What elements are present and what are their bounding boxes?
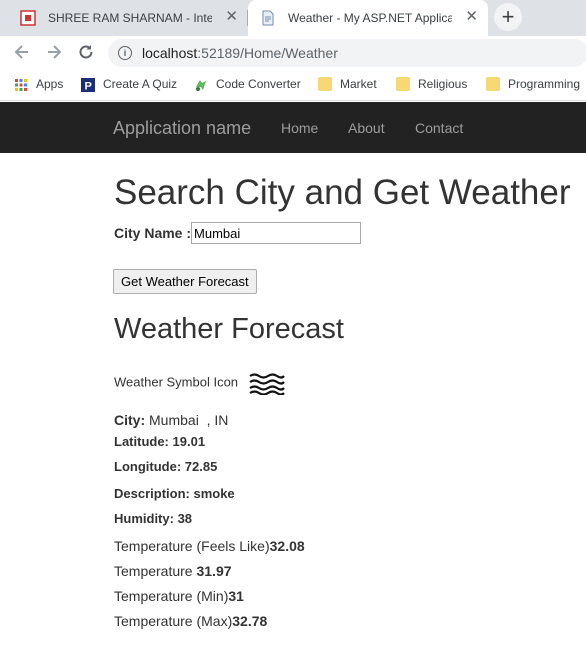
- temperature-max-line: Temperature (Max)32.78: [114, 613, 268, 629]
- bookmark-programming[interactable]: Programming: [486, 76, 580, 92]
- tab-shree-ram-sharnam[interactable]: SHREE RAM SHARNAM - International ✕: [8, 0, 248, 36]
- city-name-input[interactable]: [191, 222, 362, 244]
- folder-icon: [486, 76, 500, 91]
- close-tab-icon[interactable]: ✕: [465, 9, 478, 25]
- nav-contact-link[interactable]: Contact: [415, 120, 463, 136]
- back-arrow-icon[interactable]: [12, 42, 32, 62]
- tab-title: Weather - My ASP.NET Application: [288, 11, 452, 25]
- site-favicon-icon: [20, 10, 36, 26]
- latitude-value: 19.01: [172, 434, 206, 449]
- latitude-line: Latitude: 19.01: [114, 434, 206, 449]
- p-logo-icon: P: [81, 77, 95, 92]
- weather-symbol-label: Weather Symbol Icon: [114, 374, 239, 390]
- temperature-min-line: Temperature (Min)31: [114, 588, 244, 604]
- longitude-value: 72.85: [184, 459, 218, 474]
- feels-like-value: 32.08: [269, 538, 305, 554]
- get-weather-forecast-button[interactable]: Get Weather Forecast: [113, 269, 257, 294]
- folder-icon: [396, 76, 410, 91]
- temperature-max-value: 32.78: [232, 613, 268, 629]
- converter-icon: [196, 79, 206, 91]
- humidity-value: 38: [177, 511, 193, 526]
- app-navbar: Application name Home About Contact: [0, 102, 586, 153]
- tab-title: SHREE RAM SHARNAM - International: [48, 11, 212, 25]
- bookmark-code-converter[interactable]: Code Converter: [194, 77, 301, 92]
- nav-home-link[interactable]: Home: [281, 120, 318, 136]
- tab-strip: SHREE RAM SHARNAM - International ✕ Weat…: [0, 0, 586, 36]
- humidity-line: Humidity: 38: [114, 511, 193, 526]
- info-icon[interactable]: i: [118, 46, 132, 60]
- browser-toolbar: i localhost:52189/Home/Weather: [0, 36, 586, 70]
- bookmarks-bar: Apps P Create A Quiz Code Converter Mark…: [0, 70, 586, 101]
- apps-grid-icon: [15, 78, 27, 91]
- forward-arrow-icon[interactable]: [44, 42, 64, 62]
- city-line: City: Mumbai , IN: [114, 412, 229, 428]
- weather-symbol-row: Weather Symbol Icon: [114, 371, 286, 396]
- longitude-line: Longitude: 72.85: [114, 459, 218, 474]
- new-tab-button[interactable]: +: [494, 3, 522, 31]
- address-url: localhost:52189/Home/Weather: [142, 45, 338, 61]
- temperature-min-value: 31: [228, 588, 244, 604]
- close-tab-icon[interactable]: ✕: [225, 9, 238, 25]
- nav-about-link[interactable]: About: [348, 120, 385, 136]
- city-name-label: City Name :: [114, 225, 192, 241]
- bookmark-religious[interactable]: Religious: [396, 76, 467, 92]
- temperature-line: Temperature 31.97: [114, 563, 232, 579]
- temperature-value: 31.97: [196, 563, 232, 579]
- forecast-heading: Weather Forecast: [114, 313, 344, 345]
- brand-link[interactable]: Application name: [113, 118, 251, 139]
- bookmark-apps[interactable]: Apps: [14, 77, 63, 92]
- city-form-row: City Name :: [114, 222, 362, 244]
- reload-icon[interactable]: [76, 42, 96, 62]
- document-icon: [262, 10, 274, 26]
- folder-icon: [318, 76, 332, 91]
- bookmark-create-a-quiz[interactable]: P Create A Quiz: [81, 77, 177, 92]
- description-value: smoke: [193, 486, 235, 501]
- smoke-haze-icon: [249, 373, 285, 396]
- svg-text:P: P: [85, 80, 92, 92]
- bookmark-market[interactable]: Market: [318, 76, 377, 92]
- address-bar[interactable]: i localhost:52189/Home/Weather: [108, 39, 586, 67]
- city-value: Mumbai , IN: [149, 412, 229, 428]
- page-title: Search City and Get Weather: [114, 173, 571, 212]
- feels-like-line: Temperature (Feels Like)32.08: [114, 538, 305, 554]
- description-line: Description: smoke: [114, 486, 235, 501]
- tab-weather[interactable]: Weather - My ASP.NET Application ✕: [248, 0, 488, 36]
